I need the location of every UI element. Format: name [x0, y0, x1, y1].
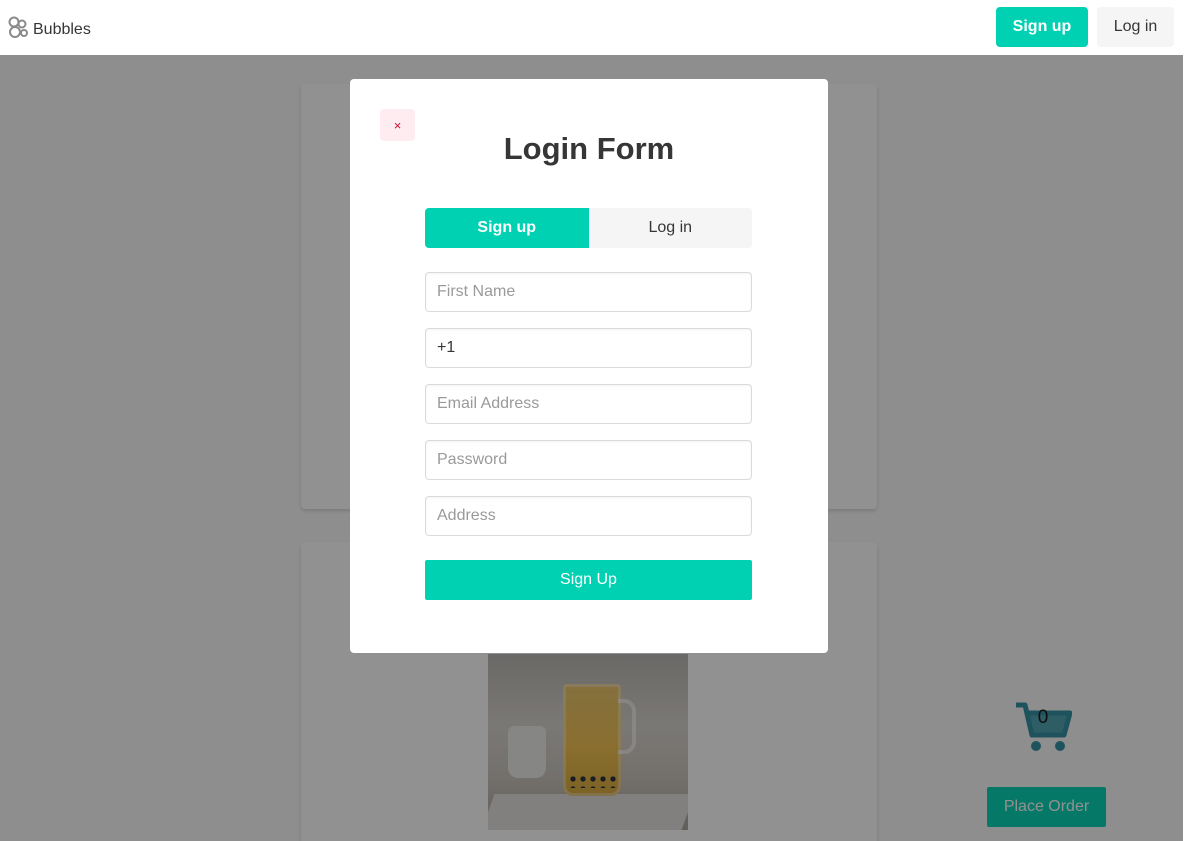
password-field[interactable]: [425, 440, 752, 480]
modal-title: Login Form: [503, 131, 675, 166]
phone-field[interactable]: [425, 328, 752, 368]
email-field[interactable]: [425, 384, 752, 424]
brand[interactable]: Bubbles: [6, 15, 91, 44]
tab-login[interactable]: Log in: [588, 208, 752, 248]
navbar: Bubbles Sign up Log in: [0, 0, 1200, 55]
tab-signup[interactable]: Sign up: [425, 208, 589, 248]
sign-up-submit-button[interactable]: Sign Up: [425, 560, 752, 600]
scrollbar-track[interactable]: [1183, 55, 1200, 841]
bubbles-logo-icon: [6, 15, 30, 44]
address-field[interactable]: [425, 496, 752, 536]
first-name-field[interactable]: [425, 272, 752, 312]
nav-login-button[interactable]: Log in: [1097, 7, 1174, 47]
form-tabs: Sign up Log in: [425, 208, 752, 248]
nav-signup-button[interactable]: Sign up: [996, 7, 1088, 47]
brand-name: Bubbles: [33, 20, 91, 38]
login-modal: × Login Form Sign up Log in Sign Up: [350, 79, 828, 653]
